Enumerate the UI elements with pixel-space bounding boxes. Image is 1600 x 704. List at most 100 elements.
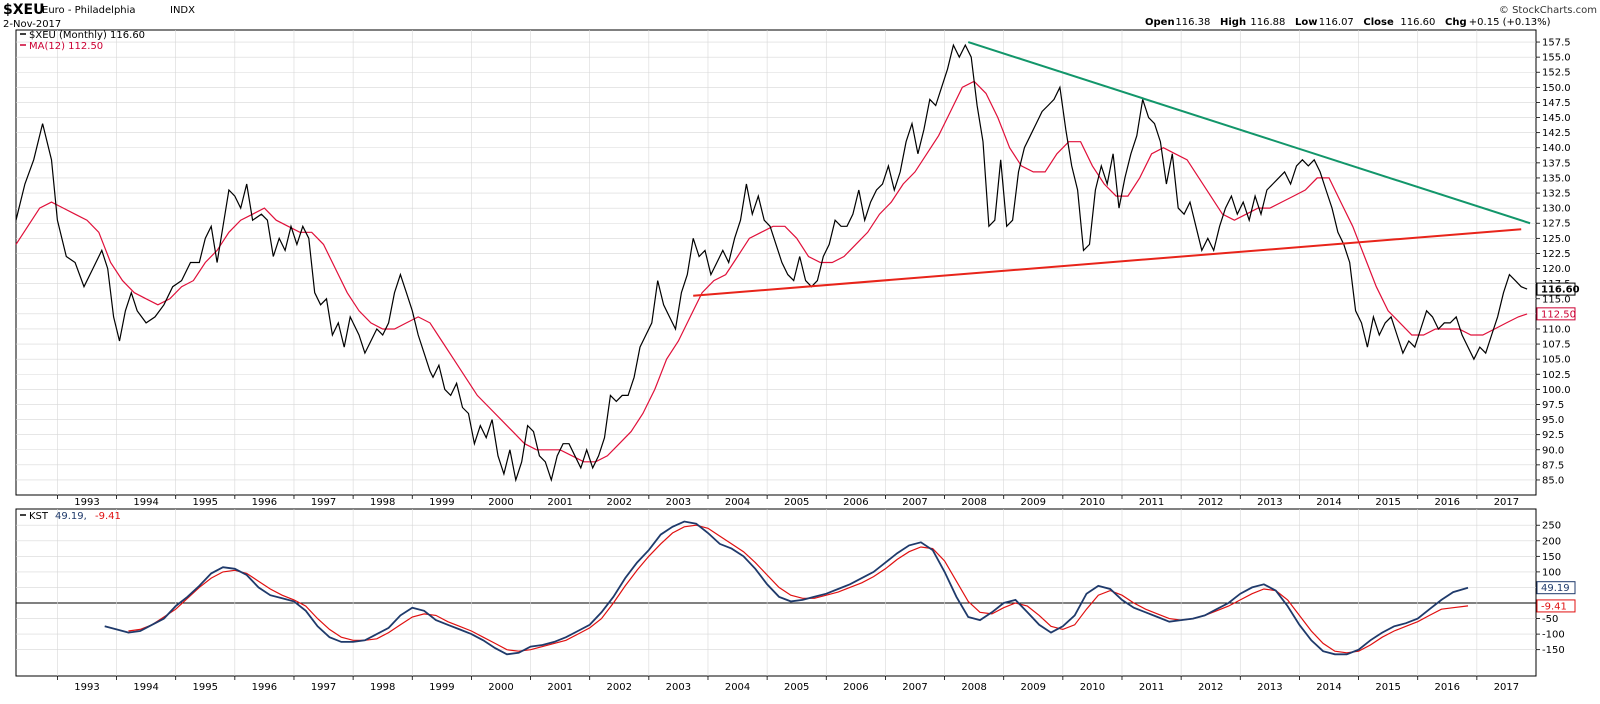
price-year-label: 2014 [1316,497,1341,508]
ohlc-label-1: High [1220,17,1246,28]
legend-entry-0: $XEU (Monthly) 116.60 [29,30,145,41]
price-year-label: 2017 [1494,497,1519,508]
price-tick-label: 135.0 [1542,173,1571,184]
price-year-label: 2012 [1198,497,1223,508]
kst-year-label: 2011 [1139,682,1164,693]
kst-legend-signal-value: -9.41 [95,511,121,522]
kst-tick-label: -150 [1542,645,1565,656]
kst-year-label: 1998 [370,682,395,693]
price-year-label: 1998 [370,497,395,508]
kst-signal-badge: -9.41 [1541,601,1567,612]
kst-tick-label: 250 [1542,521,1561,532]
price-tick-label: 125.0 [1542,234,1571,245]
kst-year-label: 2015 [1375,682,1400,693]
kst-legend-label: KST [29,511,49,522]
kst-year-label: 2014 [1316,682,1341,693]
price-tick-label: 105.0 [1542,355,1571,366]
price-tick-label: 95.0 [1542,415,1564,426]
kst-year-label: 2000 [488,682,513,693]
kst-year-label: 1999 [429,682,454,693]
price-year-label: 2011 [1139,497,1164,508]
price-year-label: 2006 [843,497,868,508]
price-year-label: 2008 [961,497,986,508]
price-tick-label: 100.0 [1542,385,1571,396]
price-tick-label: 152.5 [1542,68,1571,79]
ohlc-value-3: 116.60 [1400,17,1435,28]
kst-year-label: 1993 [74,682,99,693]
kst-year-label: 2009 [1021,682,1046,693]
kst-tick-label: 150 [1542,552,1561,563]
symbol-label: $XEU [3,2,44,18]
price-tick-label: 90.0 [1542,445,1564,456]
price-year-label: 2009 [1021,497,1046,508]
price-tick-label: 142.5 [1542,128,1571,139]
price-tick-label: 132.5 [1542,189,1571,200]
kst-year-label: 2007 [902,682,927,693]
price-tick-label: 127.5 [1542,219,1571,230]
kst-tick-label: -50 [1542,614,1558,625]
ohlc-label-2: Low [1295,17,1317,28]
price-year-label: 1993 [74,497,99,508]
kst-year-label: 2005 [784,682,809,693]
price-tick-label: 130.0 [1542,204,1571,215]
price-tick-label: 140.0 [1542,143,1571,154]
price-tick-label: 150.0 [1542,83,1571,94]
kst-year-label: 2004 [725,682,750,693]
price-tick-label: 157.5 [1542,38,1571,49]
watermark: © StockCharts.com [1499,5,1597,16]
kst-year-label: 2008 [961,682,986,693]
kst-year-label: 2017 [1494,682,1519,693]
kst-year-label: 2010 [1080,682,1105,693]
price-year-label: 2007 [902,497,927,508]
kst-badge: 49.19 [1541,583,1570,594]
kst-year-label: 1995 [193,682,218,693]
instrument-name: Euro - Philadelphia [42,5,136,16]
kst-tick-label: 200 [1542,536,1561,547]
price-year-label: 1996 [252,497,277,508]
ohlc-label-3: Close [1363,17,1394,28]
price-tick-label: 87.5 [1542,460,1564,471]
price-year-label: 2001 [547,497,572,508]
kst-legend-value: 49.19, [55,511,87,522]
ohlc-value-4: +0.15 (+0.13%) [1469,17,1551,28]
kst-year-label: 2012 [1198,682,1223,693]
price-year-label: 2000 [488,497,513,508]
price-year-label: 2013 [1257,497,1282,508]
kst-year-label: 2016 [1435,682,1460,693]
price-year-label: 2015 [1375,497,1400,508]
price-year-label: 1997 [311,497,336,508]
kst-year-label: 2002 [607,682,632,693]
ohlc-value-0: 116.38 [1175,17,1210,28]
ohlc-value-2: 116.07 [1319,17,1354,28]
kst-tick-label: 100 [1542,567,1561,578]
kst-year-label: 1996 [252,682,277,693]
stock-chart: $XEU Euro - Philadelphia INDX 2-Nov-2017… [0,0,1600,700]
price-tick-label: 97.5 [1542,400,1564,411]
exchange-label: INDX [170,5,195,16]
price-tick-label: 85.0 [1542,475,1564,486]
price-tick-label: 110.0 [1542,324,1571,335]
price-year-label: 2010 [1080,497,1105,508]
legend-entry-1: MA(12) 112.50 [29,41,103,52]
price-year-label: 2003 [666,497,691,508]
kst-year-label: 2006 [843,682,868,693]
kst-year-label: 1994 [133,682,158,693]
kst-year-label: 1997 [311,682,336,693]
price-tick-label: 145.0 [1542,113,1571,124]
price-tick-label: 102.5 [1542,370,1571,381]
price-year-label: 2016 [1435,497,1460,508]
price-tick-label: 115.0 [1542,294,1571,305]
ohlc-label-0: Open [1145,17,1175,28]
price-tick-label: 107.5 [1542,340,1571,351]
price-tick-label: 122.5 [1542,249,1571,260]
price-year-label: 1999 [429,497,454,508]
chart-date: 2-Nov-2017 [3,19,61,30]
ohlc-readout: Open 116.38 High 116.88 Low 116.07 Close 116.60… [1145,17,1551,28]
price-year-label: 1995 [193,497,218,508]
ohlc-value-1: 116.88 [1250,17,1285,28]
price-year-label: 2005 [784,497,809,508]
price-tick-label: 147.5 [1542,98,1571,109]
price-year-label: 2002 [607,497,632,508]
kst-year-label: 2003 [666,682,691,693]
price-tick-label: 137.5 [1542,158,1571,169]
